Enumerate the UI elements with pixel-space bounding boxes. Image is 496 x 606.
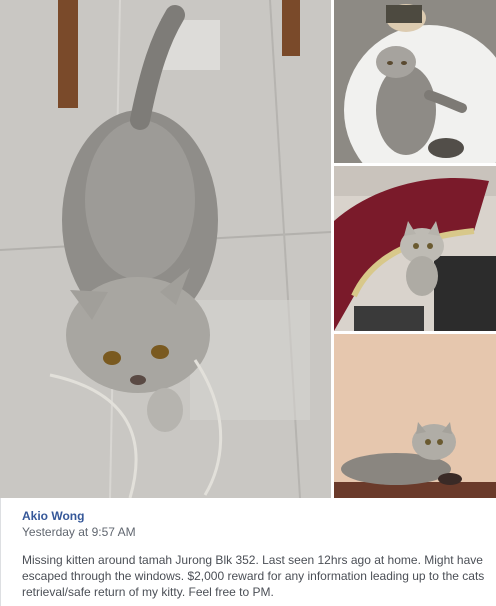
thumbnail-cat-lying[interactable]: [334, 334, 496, 498]
main-photo-image: [0, 0, 331, 498]
thumbnail-1-image: [334, 0, 496, 163]
post-message: Missing kitten around tamah Jurong Blk 3…: [22, 553, 485, 599]
post-caption: Akio Wong Yesterday at 9:57 AM Missing k…: [0, 498, 496, 606]
photo-grid: [0, 0, 496, 498]
thumbnail-cat-in-sink[interactable]: [334, 0, 496, 163]
author-name-link[interactable]: Akio Wong: [22, 509, 84, 523]
thumbnail-cat-on-curtain[interactable]: [334, 166, 496, 331]
thumbnail-3-image: [334, 334, 496, 498]
thumbnail-2-image: [334, 166, 496, 331]
main-photo-cat-on-floor[interactable]: [0, 0, 331, 498]
post-timestamp-link[interactable]: Yesterday at 9:57 AM: [22, 525, 136, 539]
